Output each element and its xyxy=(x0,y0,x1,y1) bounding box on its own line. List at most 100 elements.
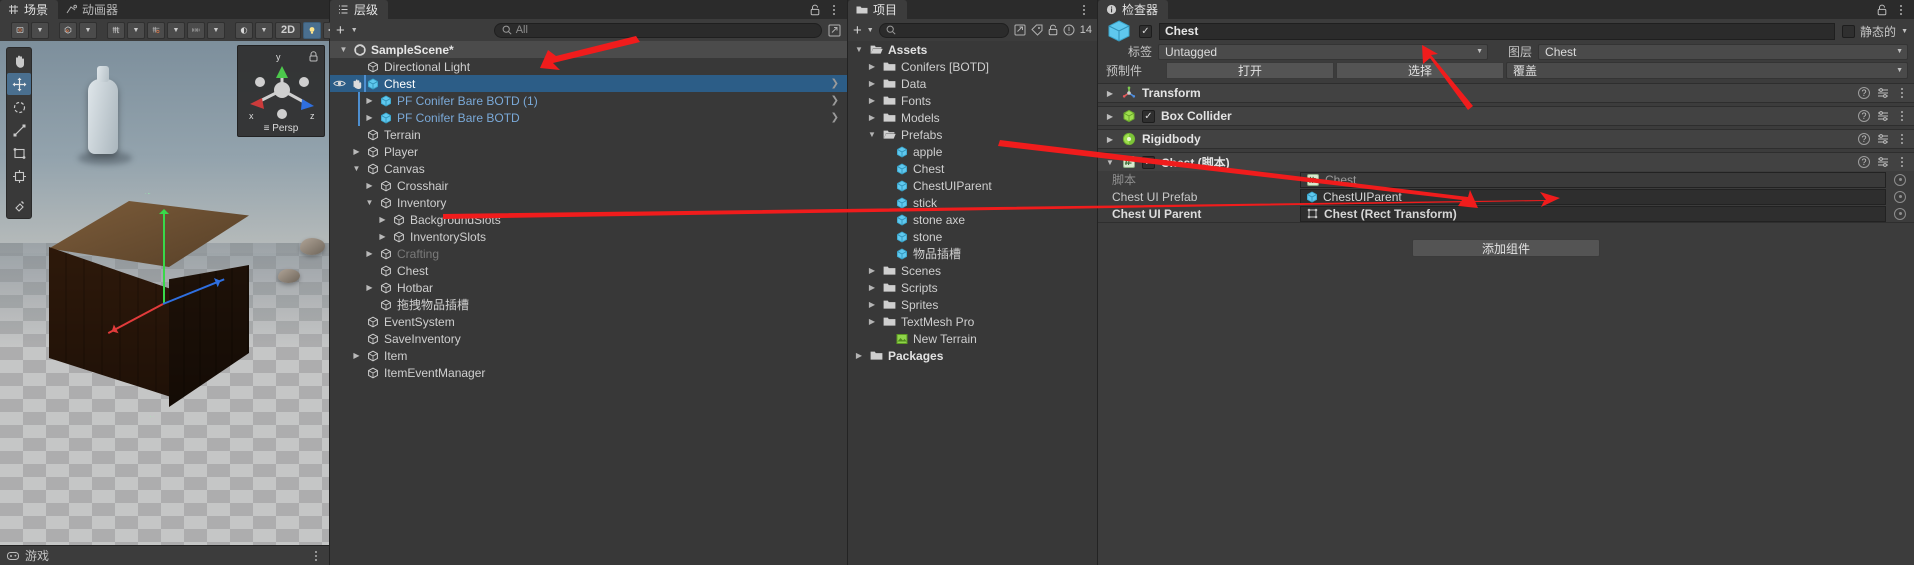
hierarchy-row[interactable]: ▼ Canvas xyxy=(330,160,847,177)
component-expand-icon[interactable]: ▶ xyxy=(1104,135,1116,144)
expand-toggle-icon[interactable]: ▶ xyxy=(866,62,878,71)
move-tool-button[interactable] xyxy=(7,73,31,95)
hierarchy-row[interactable]: ▶Chest❯ xyxy=(330,75,847,92)
eye-icon[interactable] xyxy=(333,79,346,88)
prefab-overrides-dropdown[interactable]: 覆盖 ▼ xyxy=(1506,62,1908,79)
project-row[interactable]: ▶ Sprites xyxy=(848,296,1097,313)
hierarchy-row[interactable]: Directional Light xyxy=(330,58,847,75)
gizmo-persp-label[interactable]: ≡ Persp xyxy=(238,123,324,134)
preset-icon[interactable] xyxy=(1877,87,1889,99)
component-header[interactable]: ▶ Transform? xyxy=(1098,84,1914,102)
preset-icon[interactable] xyxy=(1877,110,1889,122)
layer-dropdown[interactable]: Chest ▼ xyxy=(1538,43,1908,60)
object-active-checkbox[interactable]: ✓ xyxy=(1139,24,1152,38)
hierarchy-row[interactable]: ▼ Inventory xyxy=(330,194,847,211)
hierarchy-row[interactable]: ▶ Player xyxy=(330,143,847,160)
project-row[interactable]: ▶ Data xyxy=(848,75,1097,92)
project-row[interactable]: ▼ Assets xyxy=(848,41,1097,58)
chest-3d-object[interactable] xyxy=(38,201,260,407)
inspector-menu-icon[interactable] xyxy=(1895,3,1907,17)
project-row[interactable]: ▶ Fonts xyxy=(848,92,1097,109)
project-row[interactable]: stick xyxy=(848,194,1097,211)
scene-lighting-button[interactable] xyxy=(303,21,321,39)
expand-toggle-icon[interactable]: ▶ xyxy=(866,79,878,88)
expand-toggle-icon[interactable]: ▶ xyxy=(866,113,878,122)
project-label-icon[interactable] xyxy=(1031,24,1043,36)
hierarchy-menu-icon[interactable] xyxy=(828,3,840,17)
scale-dropdown[interactable]: ▼ xyxy=(207,21,225,39)
project-row[interactable]: ▶ Models xyxy=(848,109,1097,126)
component-header[interactable]: ▼ ✓ Chest (脚本)? xyxy=(1098,153,1914,171)
visibility-toggle-group[interactable] xyxy=(333,78,363,89)
component-header[interactable]: ▶ ✓ Box Collider? xyxy=(1098,107,1914,125)
tab-scene[interactable]: 场景 xyxy=(0,0,59,19)
expand-toggle-icon[interactable]: ▶ xyxy=(866,283,878,292)
expand-toggle-icon[interactable]: ▼ xyxy=(853,45,865,54)
prefab-open-button[interactable]: 打开 xyxy=(1166,62,1334,79)
hierarchy-row[interactable]: ▶ Crosshair xyxy=(330,177,847,194)
object-reference-field[interactable]: ChestUIParent xyxy=(1300,188,1886,205)
project-tree[interactable]: ▼ Assets ▶ Conifers [BOTD] ▶ Data ▶ Fonts ▶ Model… xyxy=(848,41,1097,565)
console-error-icon[interactable] xyxy=(1063,24,1075,36)
add-component-button[interactable]: 添加组件 xyxy=(1412,239,1600,257)
scale-slider-button[interactable] xyxy=(187,21,205,39)
preset-icon[interactable] xyxy=(1877,156,1889,168)
snap-dropdown[interactable]: ▼ xyxy=(167,21,185,39)
hierarchy-row[interactable]: SaveInventory xyxy=(330,330,847,347)
help-icon[interactable]: ? xyxy=(1858,110,1870,122)
component-menu-icon[interactable] xyxy=(1896,109,1908,123)
project-row[interactable]: stone axe xyxy=(848,211,1097,228)
hierarchy-row[interactable]: ItemEventManager xyxy=(330,364,847,381)
expand-toggle-icon[interactable]: ▶ xyxy=(866,300,878,309)
scene-viewport[interactable]: y x z ≡ Persp xyxy=(0,41,329,545)
hierarchy-search-input[interactable]: All xyxy=(493,22,822,38)
component-menu-icon[interactable] xyxy=(1896,86,1908,100)
project-filter-icon[interactable] xyxy=(1014,24,1026,36)
component-menu-icon[interactable] xyxy=(1896,132,1908,146)
hierarchy-row[interactable]: ▶ BackgroundSlots xyxy=(330,211,847,228)
preset-icon[interactable] xyxy=(1877,133,1889,145)
scale-tool-button[interactable] xyxy=(7,119,31,141)
scene-camera-mode-dropdown[interactable]: ▼ xyxy=(31,21,49,39)
prefab-select-button[interactable]: 选择 xyxy=(1336,62,1504,79)
grid-visibility-button[interactable] xyxy=(107,21,125,39)
component-menu-icon[interactable] xyxy=(1896,155,1908,169)
draw-mode-button[interactable] xyxy=(235,21,253,39)
object-name-field[interactable]: Chest xyxy=(1159,22,1836,40)
object-picker-icon[interactable] xyxy=(1894,207,1906,220)
hierarchy-row[interactable]: ▶ Crafting xyxy=(330,245,847,262)
project-row[interactable]: New Terrain xyxy=(848,330,1097,347)
project-row[interactable]: apple xyxy=(848,143,1097,160)
hierarchy-expand-icon[interactable] xyxy=(828,24,841,37)
game-view-label[interactable]: 游戏 xyxy=(25,547,49,564)
component-header[interactable]: ▶ Rigidbody? xyxy=(1098,130,1914,148)
project-menu-icon[interactable] xyxy=(1078,3,1090,17)
project-row[interactable]: ChestUIParent xyxy=(848,177,1097,194)
project-row[interactable]: ▶ Scenes xyxy=(848,262,1097,279)
shading-mode-dropdown[interactable]: ▼ xyxy=(79,21,97,39)
hierarchy-row[interactable]: Terrain xyxy=(330,126,847,143)
project-create-dropdown-icon[interactable]: ▼ xyxy=(867,27,874,34)
move-gizmo-y-axis[interactable] xyxy=(159,209,169,303)
project-row[interactable]: stone xyxy=(848,228,1097,245)
expand-toggle-icon[interactable]: ▼ xyxy=(364,198,375,207)
project-row[interactable]: ▶ Packages xyxy=(848,347,1097,364)
open-prefab-chevron-icon[interactable]: ❯ xyxy=(831,95,839,106)
static-dropdown-icon[interactable]: ▼ xyxy=(1901,28,1908,35)
expand-toggle-icon[interactable]: ▶ xyxy=(351,147,362,156)
expand-toggle-icon[interactable]: ▶ xyxy=(853,351,865,360)
hierarchy-row[interactable]: ▶ PF Conifer Bare BOTD (1) ❯ xyxy=(330,92,847,109)
project-row[interactable]: 物品插槽 xyxy=(848,245,1097,262)
component-expand-icon[interactable]: ▼ xyxy=(1104,158,1116,167)
static-checkbox[interactable] xyxy=(1842,24,1856,38)
draw-mode-dropdown[interactable]: ▼ xyxy=(255,21,273,39)
hierarchy-row[interactable]: ▶ PF Conifer Bare BOTD ❯ xyxy=(330,109,847,126)
expand-toggle-icon[interactable]: ▶ xyxy=(866,317,878,326)
add-gameobject-button[interactable]: + xyxy=(336,23,345,38)
tab-project[interactable]: 项目 xyxy=(848,0,908,19)
project-create-button[interactable]: + xyxy=(853,23,862,38)
expand-toggle-icon[interactable]: ▶ xyxy=(364,96,375,105)
expand-toggle-icon[interactable]: ▼ xyxy=(351,164,362,173)
expand-toggle-icon[interactable]: ▶ xyxy=(364,283,375,292)
transform-tool-button[interactable] xyxy=(7,165,31,187)
